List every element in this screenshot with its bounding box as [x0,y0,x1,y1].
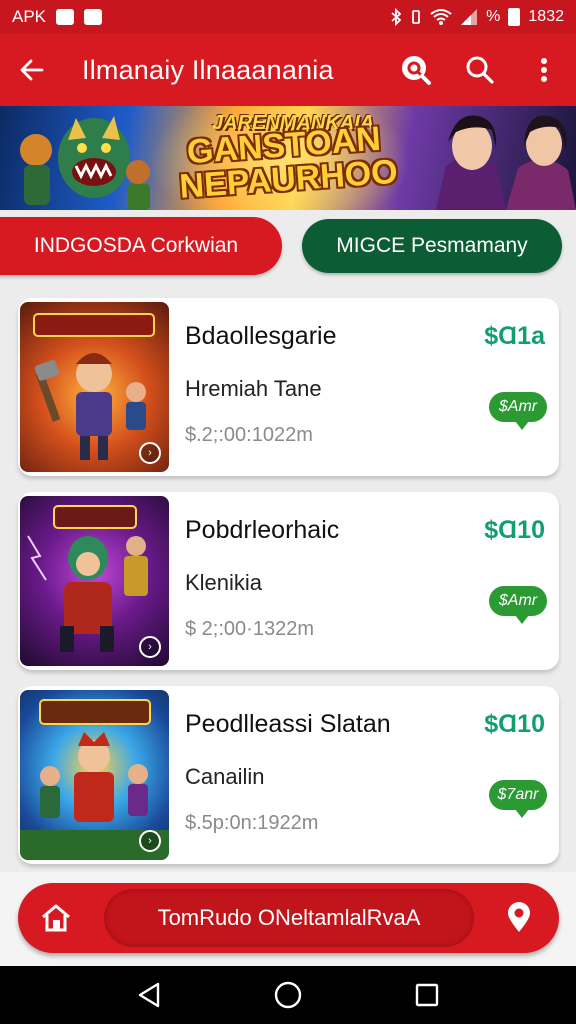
system-nav-bar [0,966,576,1024]
game-subtitle: Canailin [185,764,265,789]
bottom-action-button[interactable]: TomRudo ONeltamlalRvaA [104,889,474,947]
game-time: $ 2;:00·1322m [185,618,314,640]
promo-banner[interactable]: JARENMANKAIA GANSTOAN NEPAURHOO [0,106,576,210]
game-thumbnail: › [20,496,169,666]
search-badge-button[interactable] [384,34,448,106]
price-tag-badge[interactable]: $Amr [489,392,547,430]
wifi-icon [430,9,452,25]
game-name: Bdaollesgarie [185,322,337,350]
nav-home-icon [274,981,302,1009]
game-list: › Bdaollesgarie Hremiah Tane $.2;:00:102… [0,284,576,872]
nav-recents-icon [415,983,438,1007]
price-tag-badge[interactable]: $Amr [489,586,547,624]
battery-percent: % [486,8,501,25]
more-vert-icon [541,58,547,82]
battery-icon [508,8,521,26]
nav-recents-button[interactable] [397,966,457,1024]
back-button[interactable] [0,34,64,106]
game-name: Pobdrleorhaic [185,516,340,544]
price-tag-badge[interactable]: $7anr [489,780,547,818]
search-icon [466,56,494,84]
filter-chip-primary[interactable]: INDGOSDA Corkwian [0,217,282,275]
game-price: $Ɑ1a [484,322,545,350]
play-icon[interactable]: › [139,830,161,852]
bottom-action-bar: TomRudo ONeltamlalRvaA [18,883,559,953]
game-time: $.5p:0n:1922m [185,812,319,834]
filter-chip-secondary[interactable]: MIGCE Pesmamany [302,219,562,273]
nav-back-button[interactable] [119,966,179,1024]
back-arrow-icon [20,59,44,81]
location-pin-icon [508,902,530,932]
bottom-bar-area: TomRudo ONeltamlalRvaA [0,872,576,966]
vibrate-icon [412,10,421,24]
more-options-button[interactable] [512,34,576,106]
banner-headline: GANSTOAN NEPAURHOO [176,120,399,206]
game-price: $Ɑ10 [484,516,545,544]
game-time: $.2;:00:1022m [185,424,313,446]
status-app-label: APK [12,7,47,26]
game-subtitle: Klenikia [185,570,263,595]
notification-icon [56,9,75,25]
game-thumbnail: › [20,302,169,472]
game-subtitle: Hremiah Tane [185,376,322,401]
home-button[interactable] [38,900,74,936]
list-item[interactable]: › Bdaollesgarie Hremiah Tane $.2;:00:102… [18,298,559,476]
search-button[interactable] [448,34,512,106]
signal-icon [461,9,478,25]
status-bar: APK % 1832 [0,0,576,34]
play-icon[interactable]: › [139,636,161,658]
nav-back-icon [139,982,160,1008]
game-name: Peodlleassi Slatan [185,710,391,738]
clock: 1832 [528,8,564,25]
list-item[interactable]: › Peodlleassi Slatan Canailin $.5p:0n:19… [18,686,559,864]
game-thumbnail: › [20,690,169,860]
home-icon [42,904,70,932]
nav-home-button[interactable] [258,966,318,1024]
list-item[interactable]: › Pobdrleorhaic Klenikia $ 2;:00·1322m $… [18,492,559,670]
play-icon[interactable]: › [139,442,161,464]
location-button[interactable] [501,900,537,936]
game-price: $Ɑ10 [484,710,545,738]
notification-icon [84,9,103,25]
bluetooth-icon [391,8,402,26]
monster-illustration-icon [20,116,150,210]
app-bar: Ilmanaiy Ilnaaanania [0,34,576,106]
heroes-illustration-icon [436,115,576,210]
search-badge-icon [402,56,431,85]
page-title: Ilmanaiy Ilnaaanania [82,54,334,85]
